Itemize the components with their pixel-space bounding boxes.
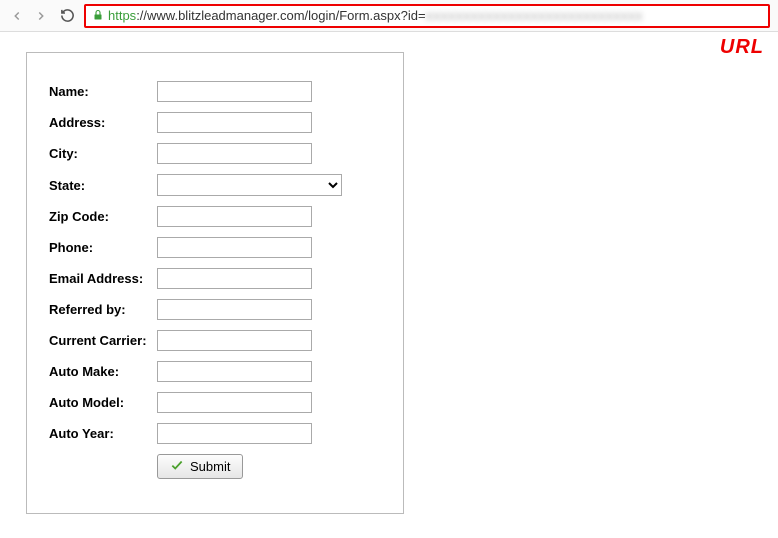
checkmark-icon <box>170 458 184 475</box>
url-blurred-segment: xxxxxxxxxxxxxxxxxxxxxxxxxxxxx <box>426 8 644 23</box>
referred-field[interactable] <box>157 299 312 320</box>
form-row-address: Address: <box>49 112 381 133</box>
url-path: ://www.blitzleadmanager.com/login/Form.a… <box>136 8 425 23</box>
form-row-email: Email Address: <box>49 268 381 289</box>
zip-label: Zip Code: <box>49 209 157 224</box>
forward-button[interactable] <box>32 7 50 25</box>
address-label: Address: <box>49 115 157 130</box>
address-field[interactable] <box>157 112 312 133</box>
email-label: Email Address: <box>49 271 157 286</box>
browser-toolbar: https://www.blitzleadmanager.com/login/F… <box>0 0 778 32</box>
url-scheme: https <box>108 8 136 23</box>
form-row-phone: Phone: <box>49 237 381 258</box>
city-label: City: <box>49 146 157 161</box>
name-field[interactable] <box>157 81 312 102</box>
form-row-state: State: <box>49 174 381 196</box>
url-bar[interactable]: https://www.blitzleadmanager.com/login/F… <box>84 4 770 28</box>
city-field[interactable] <box>157 143 312 164</box>
url-annotation-label: URL <box>720 36 764 59</box>
referred-label: Referred by: <box>49 302 157 317</box>
form-row-automodel: Auto Model: <box>49 392 381 413</box>
automodel-label: Auto Model: <box>49 395 157 410</box>
lead-form-card: Name: Address: City: State: Zip Code: Ph… <box>26 52 404 514</box>
form-row-zip: Zip Code: <box>49 206 381 227</box>
email-field[interactable] <box>157 268 312 289</box>
automake-label: Auto Make: <box>49 364 157 379</box>
phone-label: Phone: <box>49 240 157 255</box>
form-row-automake: Auto Make: <box>49 361 381 382</box>
state-select[interactable] <box>157 174 342 196</box>
submit-button[interactable]: Submit <box>157 454 243 479</box>
autoyear-field[interactable] <box>157 423 312 444</box>
form-row-autoyear: Auto Year: <box>49 423 381 444</box>
url-text: https://www.blitzleadmanager.com/login/F… <box>108 8 643 23</box>
submit-label: Submit <box>190 459 230 474</box>
form-row-carrier: Current Carrier: <box>49 330 381 351</box>
autoyear-label: Auto Year: <box>49 426 157 441</box>
state-label: State: <box>49 178 157 193</box>
phone-field[interactable] <box>157 237 312 258</box>
carrier-label: Current Carrier: <box>49 333 157 348</box>
zip-field[interactable] <box>157 206 312 227</box>
back-button[interactable] <box>8 7 26 25</box>
automake-field[interactable] <box>157 361 312 382</box>
name-label: Name: <box>49 84 157 99</box>
carrier-field[interactable] <box>157 330 312 351</box>
form-row-name: Name: <box>49 81 381 102</box>
form-row-city: City: <box>49 143 381 164</box>
form-row-referred: Referred by: <box>49 299 381 320</box>
automodel-field[interactable] <box>157 392 312 413</box>
refresh-button[interactable] <box>58 7 76 25</box>
lock-icon <box>92 8 104 24</box>
